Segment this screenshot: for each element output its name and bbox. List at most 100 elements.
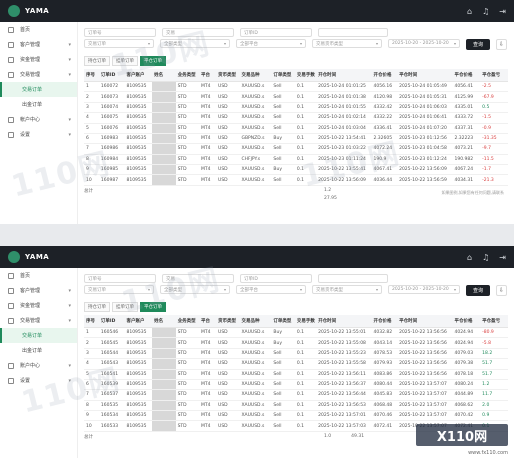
table-cell: MT4 xyxy=(199,337,217,349)
tab-order-type[interactable]: 持仓订单 xyxy=(84,56,110,66)
logout-icon[interactable]: ⇥ xyxy=(499,7,506,16)
table-cell xyxy=(152,91,176,103)
table-row[interactable]: 8 160535 8109535 STD MT4 USD XAUUSD.s Sell 0.1 20… xyxy=(84,400,508,412)
table-cell: 4080.44 xyxy=(371,379,398,391)
table-cell: Sell xyxy=(271,400,295,412)
table-cell: 2025-10-22 13:57:07 xyxy=(397,389,453,401)
user-icon[interactable]: ⌂ xyxy=(467,253,472,262)
table-cell: 2.32605 xyxy=(371,133,398,145)
filter-input[interactable] xyxy=(318,274,388,283)
table-row[interactable]: 7 160986 8109535 STD MT4 USD XAUUSD.s Sell 0.1 20… xyxy=(84,143,508,155)
table-row[interactable]: 6 160539 8109535 STD MT4 USD XAUUSD.s Sell 0.1 20… xyxy=(84,379,508,391)
export-button[interactable]: ⇩ xyxy=(496,285,507,296)
sidebar-item[interactable]: 出金订单 xyxy=(0,343,77,358)
table-row[interactable]: 2 160545 8109535 STD MT4 USD XAUUSD.s Buy 0.1 202… xyxy=(84,337,508,349)
sidebar-item[interactable]: 资金管理 ▾ xyxy=(0,298,77,313)
table-cell: USD xyxy=(216,102,240,114)
table-row[interactable]: 9 160534 8109535 STD MT4 USD XAUUSD.s Sell 0.1 20… xyxy=(84,410,508,422)
sidebar-item[interactable]: 交易管理 ▾ xyxy=(0,313,77,328)
table-row[interactable]: 5 160076 8109535 STD MT4 USD XAUUSD.s Sell 0.1 20… xyxy=(84,123,508,134)
table-cell: 160072 xyxy=(98,81,125,93)
tab-order-type[interactable]: 平仓订单 xyxy=(140,56,166,66)
filter-select[interactable]: 交易货币类型 ▾ xyxy=(312,285,382,294)
filter-select[interactable]: 全部类型 ▾ xyxy=(160,285,230,294)
table-row[interactable]: 3 160544 8109535 STD MT4 USD XAUUSD.s Sell 0.1 20… xyxy=(84,348,508,360)
table-cell: USD xyxy=(216,369,240,380)
filter-input[interactable]: 订单号 xyxy=(84,28,156,37)
sidebar-item[interactable]: 帐户中心 ▾ xyxy=(0,112,77,127)
table-cell: 4043.14 xyxy=(371,337,398,349)
query-button[interactable]: 查询 xyxy=(466,285,490,296)
table-cell: 2025-10-22 13:55:58 xyxy=(316,358,372,370)
filter-select[interactable]: 2025-10-20 - 2025-10-20 ▾ xyxy=(388,285,460,294)
tab-order-type[interactable]: 平仓订单 xyxy=(140,302,166,312)
filter-input[interactable]: 订单号 xyxy=(84,274,156,283)
table-row[interactable]: 8 160984 8109535 STD MT4 USD CHFJPY.s Sell 0.1 20… xyxy=(84,154,508,166)
filter-input[interactable] xyxy=(318,28,388,37)
logout-icon[interactable]: ⇥ xyxy=(499,253,506,262)
sidebar-item[interactable]: 设置 ▾ xyxy=(0,373,77,388)
table-row[interactable]: 3 160074 8109535 STD MT4 USD XAUUSD.s Sell 0.1 20… xyxy=(84,102,508,114)
filter-select[interactable]: 交易订单 ▾ xyxy=(84,39,154,48)
query-button[interactable]: 查询 xyxy=(466,39,490,50)
sidebar-item[interactable]: 交易订单 xyxy=(0,82,77,97)
table-cell: 0.9 xyxy=(480,410,508,422)
table-cell: MT4 xyxy=(199,143,217,155)
table-cell: USD xyxy=(216,174,240,186)
table-cell: 160074 xyxy=(98,102,125,114)
table-row[interactable]: 9 160985 8109535 STD MT4 USD XAUUSD.s Buy 0.1 202… xyxy=(84,164,508,176)
sidebar-item[interactable]: 客户管理 ▾ xyxy=(0,37,77,52)
tab-order-type[interactable]: 挂单订单 xyxy=(112,56,138,66)
table-cell: 3 xyxy=(84,348,99,360)
filter-select[interactable]: 全部平台 ▾ xyxy=(236,285,306,294)
table-cell: 2025-10-24 01:01:38 xyxy=(316,91,372,103)
sidebar-item[interactable]: 交易管理 ▾ xyxy=(0,67,77,82)
filter-select[interactable]: 交易货币类型 ▾ xyxy=(312,39,382,48)
table-row[interactable]: 4 160543 8109535 STD MT4 USD XAUUSD.s Sell 0.1 20… xyxy=(84,358,508,370)
sidebar-item-label: 设置 xyxy=(20,132,31,138)
table-cell xyxy=(152,81,176,93)
filter-input[interactable]: 交易 xyxy=(162,28,234,37)
filter-input[interactable]: 订单ID xyxy=(240,28,312,37)
table-cell: 2025-10-24 01:06:03 xyxy=(397,102,453,114)
filter-select[interactable]: 2025-10-20 - 2025-10-20 ▾ xyxy=(388,39,460,48)
filter-select[interactable]: 全部类型 ▾ xyxy=(160,39,230,48)
menu-icon xyxy=(8,131,14,138)
sidebar-item[interactable]: 账户中心 ▾ xyxy=(0,358,77,373)
bell-icon[interactable]: ♫ xyxy=(482,253,489,262)
table-cell xyxy=(152,164,176,176)
sidebar-item-label: 首页 xyxy=(20,273,31,279)
tab-order-type[interactable]: 挂单订单 xyxy=(112,302,138,312)
bell-icon[interactable]: ♫ xyxy=(482,7,489,16)
table-cell: 160543 xyxy=(98,358,125,370)
table-row[interactable]: 1 160072 8109535 STD MT4 USD XAUUSD.s Sell 0.1 20… xyxy=(84,81,508,93)
sidebar-item[interactable]: 客户管理 ▾ xyxy=(0,283,77,298)
table-cell: 10 xyxy=(84,174,99,186)
sidebar-item[interactable]: 设置 ▾ xyxy=(0,127,77,142)
table-row[interactable]: 10 160987 8109535 STD MT4 USD XAUUSD.s Sell 0.1 2… xyxy=(84,174,508,186)
filter-input[interactable]: 订单ID xyxy=(240,274,312,283)
table-cell xyxy=(152,123,176,134)
table-row[interactable]: 4 160075 8109535 STD MT4 USD XAUUSD.s Sell 0.1 20… xyxy=(84,112,508,124)
user-icon[interactable]: ⌂ xyxy=(467,7,472,16)
sidebar-item[interactable]: 首页 xyxy=(0,22,77,37)
table-cell: STD xyxy=(175,369,199,380)
table-cell: XAUUSD.s xyxy=(239,420,272,432)
export-button[interactable]: ⇩ xyxy=(496,39,507,50)
table-row[interactable]: 2 160073 8109535 STD MT4 USD XAUUSD.s Sell 0.1 20… xyxy=(84,91,508,103)
sidebar-item[interactable]: 交易订单 xyxy=(0,328,77,343)
table-row[interactable]: 6 160983 8109535 STD MT4 USD GBPNZD.s Buy 0.1 202… xyxy=(84,133,508,145)
filter-select[interactable]: 交易订单 ▾ xyxy=(84,285,154,294)
table-row[interactable]: 5 160541 8109535 STD MT4 USD XAUUSD.s Sell 0.1 20… xyxy=(84,369,508,380)
filter-select[interactable]: 全部平台 ▾ xyxy=(236,39,306,48)
sidebar-item[interactable]: 出金订单 xyxy=(0,97,77,112)
table-cell: 8109535 xyxy=(124,379,153,391)
menu-icon xyxy=(8,377,14,384)
tab-order-type[interactable]: 持仓订单 xyxy=(84,302,110,312)
filter-input[interactable]: 交易 xyxy=(162,274,234,283)
table-row[interactable]: 1 160546 8109535 STD MT4 USD XAUUSD.s Buy 0.1 202… xyxy=(84,327,508,339)
sidebar-item[interactable]: 资金管理 ▾ xyxy=(0,52,77,67)
table-cell: Sell xyxy=(271,410,295,422)
table-row[interactable]: 7 160537 8109535 STD MT4 USD XAUUSD.s Sell 0.1 20… xyxy=(84,389,508,401)
sidebar-item[interactable]: 首页 xyxy=(0,268,77,283)
